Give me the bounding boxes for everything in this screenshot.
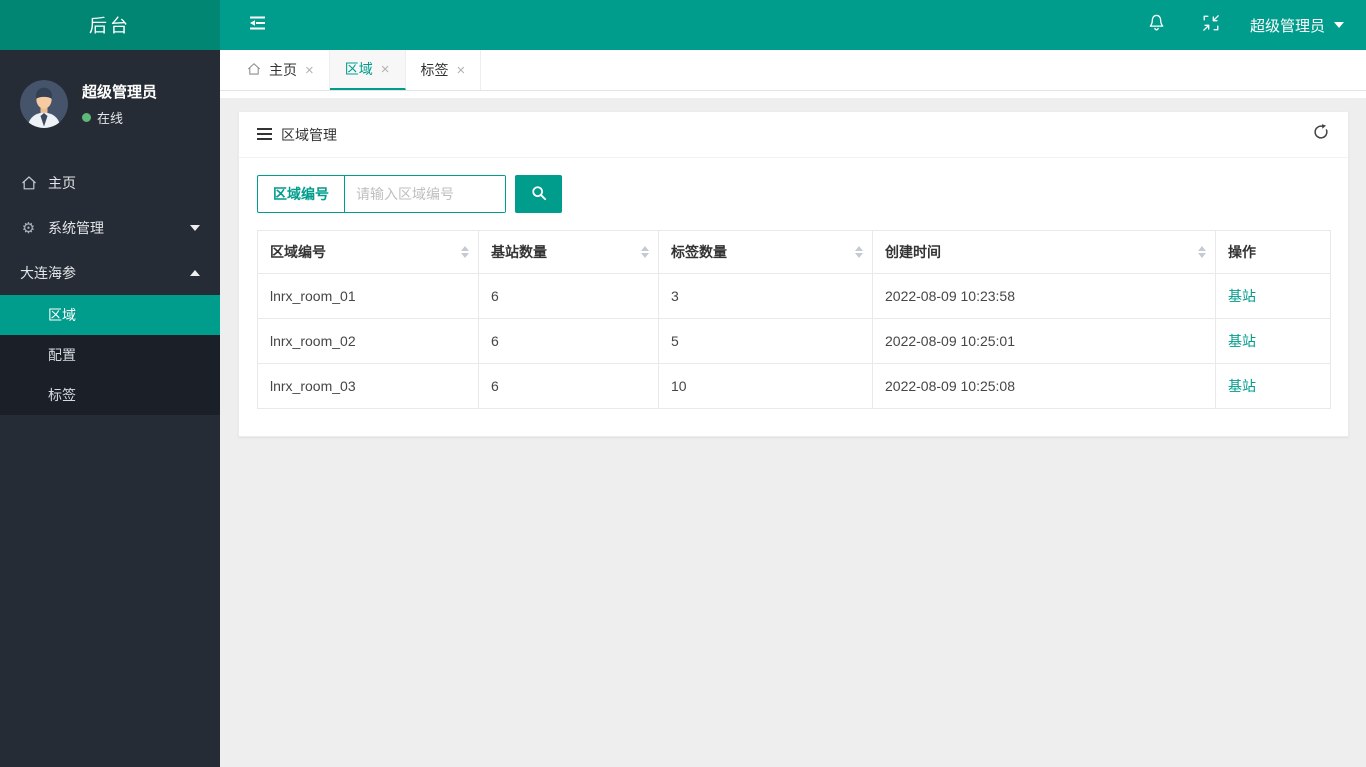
sidebar-user-block: 超级管理员 在线 xyxy=(0,50,220,148)
sort-icon[interactable] xyxy=(1198,246,1206,258)
column-header-area-id[interactable]: 区域编号 xyxy=(257,230,479,274)
sidebar-item-label: 标签 xyxy=(48,387,76,403)
region-management-panel: 区域管理 区域编号 请输入区域编号 区域编号 基站数量 标签数量 创建时间 操作… xyxy=(238,111,1349,437)
cell-tag-count: 3 xyxy=(658,273,873,319)
cell-actions: 基站 xyxy=(1215,363,1331,409)
cell-station-count: 6 xyxy=(478,273,659,319)
cell-tag-count: 5 xyxy=(658,318,873,364)
home-icon xyxy=(20,175,37,191)
sidebar-item-label: 大连海参 xyxy=(20,264,76,281)
column-header-station-count[interactable]: 基站数量 xyxy=(478,230,659,274)
tab-bar: 主页 × 区域 × 标签 × xyxy=(220,50,1366,98)
notifications-button[interactable] xyxy=(1144,12,1170,38)
search-input[interactable] xyxy=(345,176,505,212)
sidebar-item-label: 系统管理 xyxy=(48,219,104,236)
region-table: 区域编号 基站数量 标签数量 创建时间 操作 lnrx_room_01 6 3 … xyxy=(257,230,1331,409)
column-header-tag-count[interactable]: 标签数量 xyxy=(658,230,873,274)
table-row: lnrx_room_01 6 3 2022-08-09 10:23:58 基站 xyxy=(257,273,1331,319)
chevron-down-icon xyxy=(1334,22,1344,28)
content-area: 区域管理 区域编号 请输入区域编号 区域编号 基站数量 标签数量 创建时间 操作… xyxy=(220,98,1366,437)
search-field-label: 区域编号 xyxy=(258,176,345,212)
chevron-down-icon xyxy=(190,224,200,231)
sidebar-item-dalian-haishen[interactable]: 大连海参 xyxy=(0,250,220,295)
close-icon[interactable]: × xyxy=(457,63,466,78)
sort-icon[interactable] xyxy=(855,246,863,258)
panel-body: 区域编号 请输入区域编号 区域编号 基站数量 标签数量 创建时间 操作 lnrx… xyxy=(239,158,1348,436)
sidebar-item-label: 主页 xyxy=(48,174,76,191)
sidebar-user-name: 超级管理员 xyxy=(82,84,158,101)
tab-region[interactable]: 区域 × xyxy=(329,50,406,90)
collapse-menu-icon xyxy=(247,15,267,36)
sidebar-item-label: 配置 xyxy=(48,347,76,363)
sidebar-collapse-button[interactable] xyxy=(244,12,270,38)
close-icon[interactable]: × xyxy=(305,63,314,78)
cell-actions: 基站 xyxy=(1215,318,1331,364)
gear-icon: ⚙ xyxy=(21,219,36,237)
fullscreen-toggle-button[interactable] xyxy=(1198,12,1224,38)
table-row: lnrx_room_03 6 10 2022-08-09 10:25:08 基站 xyxy=(257,363,1331,409)
search-row: 区域编号 xyxy=(257,175,1331,213)
sidebar-item-system-management[interactable]: ⚙ 系统管理 xyxy=(0,205,220,250)
bell-icon xyxy=(1147,13,1166,37)
sidebar-submenu: 区域 配置 标签 xyxy=(0,295,220,415)
base-station-link[interactable]: 基站 xyxy=(1228,288,1256,304)
cell-created-time: 2022-08-09 10:25:08 xyxy=(872,363,1216,409)
sort-icon[interactable] xyxy=(641,246,649,258)
compress-screen-icon xyxy=(1202,14,1220,37)
panel-title: 区域管理 xyxy=(257,125,337,145)
table-row: lnrx_room_02 6 5 2022-08-09 10:25:01 基站 xyxy=(257,318,1331,364)
cell-station-count: 6 xyxy=(478,363,659,409)
column-header-created-time[interactable]: 创建时间 xyxy=(872,230,1216,274)
sort-icon[interactable] xyxy=(461,246,469,258)
user-status: 在线 xyxy=(82,108,157,127)
cell-created-time: 2022-08-09 10:23:58 xyxy=(872,273,1216,319)
tab-home[interactable]: 主页 × xyxy=(232,50,330,90)
panel-title-text: 区域管理 xyxy=(281,126,337,143)
cell-area-id: lnrx_room_01 xyxy=(257,273,479,319)
tab-label: 标签 xyxy=(420,62,449,78)
topbar: 后台 超级管理员 xyxy=(0,0,1366,50)
cell-station-count: 6 xyxy=(478,318,659,364)
chevron-up-icon xyxy=(190,269,200,276)
base-station-link[interactable]: 基站 xyxy=(1228,378,1256,394)
sidebar-item-region[interactable]: 区域 xyxy=(0,295,220,335)
user-menu-dropdown[interactable]: 超级管理员 xyxy=(1250,15,1344,36)
refresh-icon xyxy=(1312,123,1330,146)
cell-tag-count: 10 xyxy=(658,363,873,409)
sidebar-item-home[interactable]: 主页 xyxy=(0,160,220,205)
search-group: 区域编号 xyxy=(257,175,506,213)
tab-label: 主页 xyxy=(269,62,297,78)
close-icon[interactable]: × xyxy=(381,62,390,77)
sidebar-item-label: 区域 xyxy=(48,307,76,323)
refresh-button[interactable] xyxy=(1312,123,1330,146)
cell-actions: 基站 xyxy=(1215,273,1331,319)
app-logo: 后台 xyxy=(0,0,220,50)
user-status-label: 在线 xyxy=(97,111,124,126)
sidebar-menu: 主页 ⚙ 系统管理 大连海参 区域 配置 标签 xyxy=(0,160,220,415)
home-icon xyxy=(247,62,261,79)
cell-area-id: lnrx_room_03 xyxy=(257,363,479,409)
tab-label: 区域 xyxy=(344,61,373,77)
topbar-username: 超级管理员 xyxy=(1249,17,1325,35)
main-area: 主页 × 区域 × 标签 × 区域管理 区域编号 请输入区域编号 区域编号 基站… xyxy=(220,50,1366,767)
column-header-actions: 操作 xyxy=(1215,230,1331,274)
table-header-row: 区域编号 基站数量 标签数量 创建时间 操作 xyxy=(257,230,1331,274)
cell-area-id: lnrx_room_02 xyxy=(257,318,479,364)
panel-header: 区域管理 xyxy=(239,112,1348,158)
online-dot-icon xyxy=(82,113,91,122)
cell-created-time: 2022-08-09 10:25:01 xyxy=(872,318,1216,364)
search-button[interactable] xyxy=(515,175,562,213)
sidebar-item-tags[interactable]: 标签 xyxy=(0,375,220,415)
tab-tags[interactable]: 标签 × xyxy=(405,50,482,90)
menu-lines-icon xyxy=(257,127,272,143)
sidebar-item-config[interactable]: 配置 xyxy=(0,335,220,375)
search-icon xyxy=(531,185,547,204)
topbar-main: 超级管理员 xyxy=(220,0,1366,50)
avatar xyxy=(20,80,68,128)
base-station-link[interactable]: 基站 xyxy=(1228,333,1256,349)
sidebar: 超级管理员 在线 主页 ⚙ 系统管理 大连海参 区域 配置 标签 xyxy=(0,50,220,767)
